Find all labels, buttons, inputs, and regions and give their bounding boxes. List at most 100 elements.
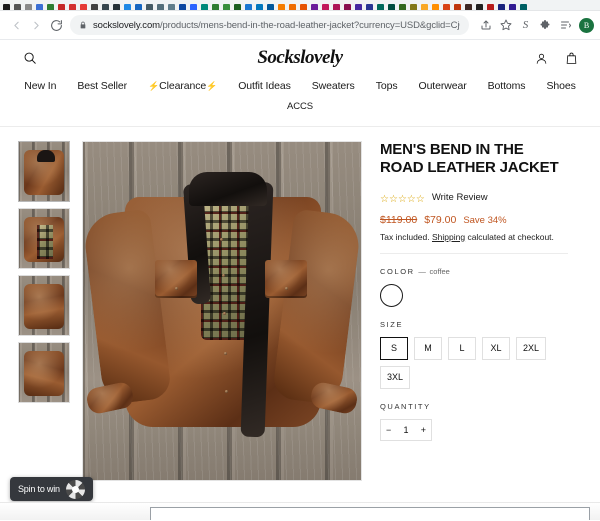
bookmark-favicon[interactable] xyxy=(442,0,451,10)
rating-star[interactable]: ☆ xyxy=(389,194,398,205)
bookmark-favicon[interactable] xyxy=(200,0,209,10)
size-button-3xl[interactable]: 3XL xyxy=(380,365,411,389)
bookmark-favicon[interactable] xyxy=(299,0,308,10)
rating-star[interactable]: ☆ xyxy=(380,194,389,205)
nav-item-bottoms[interactable]: Bottoms xyxy=(488,80,526,92)
quantity-stepper[interactable]: − 1 + xyxy=(380,418,432,441)
bookmark-favicon[interactable] xyxy=(167,0,176,10)
bookmark-favicon[interactable] xyxy=(211,0,220,10)
bookmark-favicon[interactable] xyxy=(189,0,198,10)
bookmark-favicon[interactable] xyxy=(497,0,506,10)
bookmark-favicon[interactable] xyxy=(508,0,517,10)
back-button[interactable] xyxy=(6,15,26,35)
bookmark-favicon[interactable] xyxy=(178,0,187,10)
bookmark-favicon[interactable] xyxy=(343,0,352,10)
bookmark-favicon[interactable] xyxy=(57,0,66,10)
bookmark-favicon[interactable] xyxy=(464,0,473,10)
rating-star[interactable]: ☆ xyxy=(416,194,425,205)
size-button-m[interactable]: M xyxy=(414,336,442,360)
bookmark-favicon[interactable] xyxy=(2,0,11,10)
bookmark-favicon[interactable] xyxy=(90,0,99,10)
shipping-link[interactable]: Shipping xyxy=(432,232,465,242)
reload-button[interactable] xyxy=(46,15,66,35)
profile-avatar[interactable]: B xyxy=(579,17,594,33)
spin-to-win-widget[interactable]: Spin to win xyxy=(10,477,93,501)
thumbnail-jacket-zipper-detail[interactable] xyxy=(18,275,70,336)
product-main-image[interactable] xyxy=(82,141,362,481)
user-account-icon[interactable] xyxy=(532,49,550,67)
thumbnail-jacket-front-flat[interactable] xyxy=(18,141,70,202)
reading-list-icon[interactable] xyxy=(556,16,575,35)
bookmark-favicon[interactable] xyxy=(475,0,484,10)
bookmark-favicon[interactable] xyxy=(453,0,462,10)
bookmark-favicon[interactable] xyxy=(365,0,374,10)
bookmark-favicon[interactable] xyxy=(233,0,242,10)
rating-star[interactable]: ☆ xyxy=(398,194,407,205)
bookmark-favicon[interactable] xyxy=(13,0,22,10)
bookmark-favicon[interactable] xyxy=(255,0,264,10)
share-icon[interactable] xyxy=(476,16,495,35)
bookmark-favicon[interactable] xyxy=(387,0,396,10)
nav-item-outerwear[interactable]: Outerwear xyxy=(419,80,467,92)
search-icon[interactable] xyxy=(20,48,40,68)
forward-button[interactable] xyxy=(26,15,46,35)
address-bar[interactable]: sockslovely.com/products/mens-bend-in-th… xyxy=(70,15,469,35)
quantity-value[interactable]: 1 xyxy=(403,425,408,435)
size-button-2xl[interactable]: 2XL xyxy=(516,336,547,360)
bookmarks-bar[interactable] xyxy=(0,0,600,11)
bookmark-favicon[interactable] xyxy=(277,0,286,10)
thumbnail-jacket-collar-detail[interactable] xyxy=(18,208,70,269)
nav-item-clearance[interactable]: ⚡ Clearance ⚡ xyxy=(148,80,217,92)
bookmark-favicon[interactable] xyxy=(354,0,363,10)
current-price: $79.00 xyxy=(424,213,457,226)
bookmark-favicon[interactable] xyxy=(156,0,165,10)
bookmark-favicon[interactable] xyxy=(409,0,418,10)
bookmark-favicon[interactable] xyxy=(134,0,143,10)
s-extension-icon[interactable]: S xyxy=(516,16,535,35)
bookmark-favicon[interactable] xyxy=(145,0,154,10)
write-review-link[interactable]: Write Review xyxy=(432,192,488,203)
bookmark-favicon[interactable] xyxy=(486,0,495,10)
thumbnail-jacket-pocket-detail[interactable] xyxy=(18,342,70,403)
bookmark-favicon[interactable] xyxy=(123,0,132,10)
nav-item-outfit-ideas[interactable]: Outfit Ideas xyxy=(238,80,291,92)
rating-star[interactable]: ☆ xyxy=(407,194,416,205)
bookmark-favicon[interactable] xyxy=(321,0,330,10)
size-button-s[interactable]: S xyxy=(380,336,408,360)
bookmark-favicon[interactable] xyxy=(24,0,33,10)
size-button-l[interactable]: L xyxy=(448,336,476,360)
bookmark-favicon[interactable] xyxy=(46,0,55,10)
bookmark-favicon[interactable] xyxy=(376,0,385,10)
bookmark-favicon[interactable] xyxy=(244,0,253,10)
quantity-decrement-button[interactable]: − xyxy=(386,425,391,435)
product-rating[interactable]: ☆☆☆☆☆ Write Review xyxy=(380,189,568,207)
bookmark-favicon[interactable] xyxy=(112,0,121,10)
bookmark-favicon[interactable] xyxy=(101,0,110,10)
bookmark-favicon[interactable] xyxy=(431,0,440,10)
bookmark-favicon[interactable] xyxy=(288,0,297,10)
bookmark-favicon[interactable] xyxy=(398,0,407,10)
bookmark-favicon[interactable] xyxy=(332,0,341,10)
quantity-increment-button[interactable]: + xyxy=(421,425,426,435)
bookmark-favicon[interactable] xyxy=(68,0,77,10)
nav-item-best-seller[interactable]: Best Seller xyxy=(77,80,127,92)
shopping-bag-icon[interactable] xyxy=(562,49,580,67)
bookmark-favicon[interactable] xyxy=(420,0,429,10)
site-logo[interactable]: Sockslovely xyxy=(0,47,600,69)
bookmark-favicon[interactable] xyxy=(222,0,231,10)
nav-item-accs[interactable]: ACCS xyxy=(287,101,313,112)
nav-item-tops[interactable]: Tops xyxy=(376,80,398,92)
bookmark-favicon[interactable] xyxy=(519,0,528,10)
savings-badge: Save 34% xyxy=(463,214,507,226)
nav-item-new-in[interactable]: New In xyxy=(24,80,56,92)
nav-item-shoes[interactable]: Shoes xyxy=(546,80,575,92)
size-button-xl[interactable]: XL xyxy=(482,336,510,360)
bookmark-favicon[interactable] xyxy=(79,0,88,10)
nav-item-sweaters[interactable]: Sweaters xyxy=(312,80,355,92)
puzzle-extension-icon[interactable] xyxy=(536,16,555,35)
bookmark-star-icon[interactable] xyxy=(496,16,515,35)
color-swatch-coffee[interactable] xyxy=(380,283,403,307)
bookmark-favicon[interactable] xyxy=(310,0,319,10)
bookmark-favicon[interactable] xyxy=(35,0,44,10)
bookmark-favicon[interactable] xyxy=(266,0,275,10)
